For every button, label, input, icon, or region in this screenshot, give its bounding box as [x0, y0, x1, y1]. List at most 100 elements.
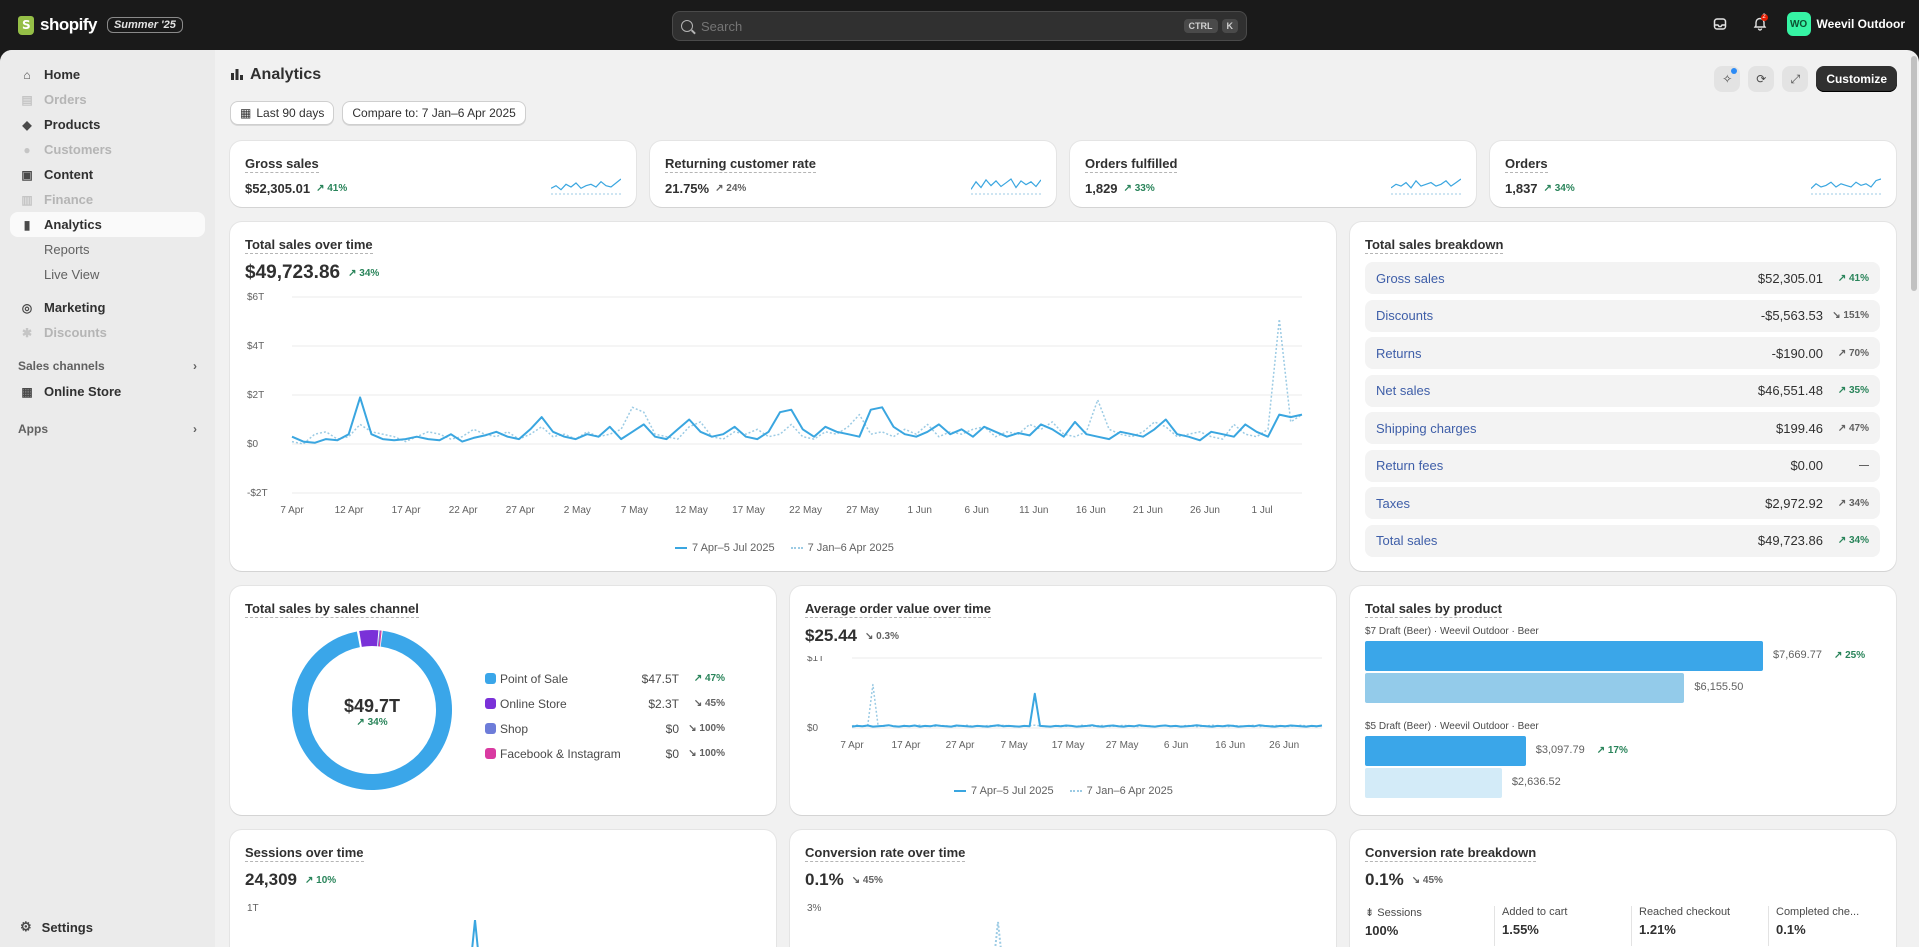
- channel-legend-item[interactable]: Point of Sale $47.5T ↗ 47%: [485, 666, 725, 691]
- legend-swatch: [485, 723, 496, 734]
- breakdown-label[interactable]: Taxes: [1376, 496, 1765, 511]
- x-tick-label: 16 Jun: [1215, 740, 1245, 751]
- channel-legend-item[interactable]: Online Store $2.3T ↘ 45%: [485, 691, 725, 716]
- kpi-card-returning-rate[interactable]: Returning customer rate 21.75% ↗ 24%: [650, 141, 1056, 207]
- breakdown-row[interactable]: Shipping charges $199.46 ↗ 47%: [1365, 412, 1880, 444]
- sidebar-item-discounts[interactable]: ✱ Discounts: [10, 320, 205, 345]
- top-bar: shopify Summer '25 CTRL K 2 WO Weevil Ou…: [0, 0, 1919, 50]
- funnel-step[interactable]: Added to cart 1.55%: [1502, 906, 1567, 946]
- sidebar-item-orders[interactable]: ▤ Orders: [10, 87, 205, 112]
- aov-over-time-card: Average order value over time $25.44 ↘ 0.…: [790, 586, 1336, 815]
- breakdown-row[interactable]: Returns -$190.00 ↗ 70%: [1365, 337, 1880, 369]
- sidebar-item-online-store[interactable]: ▦ Online Store: [10, 379, 205, 404]
- breakdown-label[interactable]: Shipping charges: [1376, 421, 1776, 436]
- breakdown-row[interactable]: Gross sales $52,305.01 ↗ 41%: [1365, 262, 1880, 294]
- date-range-filter[interactable]: ▦ Last 90 days: [230, 101, 335, 125]
- product-bar-current[interactable]: [1365, 641, 1763, 671]
- channel-value: $0: [665, 746, 679, 761]
- sidebar-subitem-live-view[interactable]: Live View: [10, 262, 205, 287]
- store-menu[interactable]: WO Weevil Outdoor: [1786, 12, 1905, 36]
- total-sales-over-time-card: Total sales over time $49,723.86 ↗ 34% $6…: [230, 222, 1336, 571]
- card-title: Conversion rate breakdown: [1365, 845, 1537, 862]
- breakdown-row[interactable]: Return fees $0.00 —: [1365, 449, 1880, 482]
- legend-current[interactable]: 7 Apr–5 Jul 2025: [675, 542, 775, 554]
- funnel-step[interactable]: Completed che... 0.1%: [1776, 906, 1859, 946]
- sidebar-item-finance[interactable]: ▥ Finance: [10, 187, 205, 212]
- brand-name: shopify: [40, 15, 97, 34]
- legend-previous[interactable]: 7 Jan–6 Apr 2025: [1069, 785, 1173, 797]
- scrollbar-thumb[interactable]: [1911, 56, 1917, 291]
- aov-line-chart[interactable]: $1T $0 7 Apr 17 Apr 27 Apr 7 May 17 May 27 May 6…: [790, 656, 1336, 776]
- series-line-previous[interactable]: [291, 318, 1303, 445]
- delta: ↘ 45%: [1411, 874, 1443, 886]
- breakdown-label[interactable]: Net sales: [1376, 383, 1758, 398]
- fullscreen-button[interactable]: ⤢: [1782, 66, 1809, 92]
- sidebar-item-home[interactable]: ⌂ Home: [10, 62, 205, 87]
- y-tick-label: $0: [807, 723, 819, 734]
- funnel-step[interactable]: ⇟ Sessions 100%: [1365, 906, 1422, 946]
- kpi-card-orders-fulfilled[interactable]: Orders fulfilled 1,829 ↗ 33%: [1070, 141, 1476, 207]
- funnel-step-label: Sessions: [1377, 907, 1422, 919]
- breakdown-delta: ↗ 35%: [1837, 385, 1869, 396]
- search-input[interactable]: [701, 18, 1180, 34]
- orders-icon: ▤: [21, 92, 33, 107]
- bell-icon[interactable]: 2: [1747, 11, 1773, 37]
- conversion-chart-peek[interactable]: [790, 920, 1336, 947]
- sidebar-item-analytics[interactable]: ▮ Analytics: [10, 212, 205, 237]
- channel-legend-item[interactable]: Facebook & Instagram $0 ↘ 100%: [485, 741, 725, 766]
- donut-center-delta: ↗ 34%: [356, 717, 388, 728]
- channel-legend-item[interactable]: Shop $0 ↘ 100%: [485, 716, 725, 741]
- breakdown-label[interactable]: Gross sales: [1376, 271, 1758, 286]
- breakdown-label[interactable]: Total sales: [1376, 533, 1758, 548]
- ai-insights-button[interactable]: ✧: [1714, 66, 1741, 92]
- funnel-step[interactable]: Reached checkout 1.21%: [1639, 906, 1730, 946]
- sidebar-item-products[interactable]: ◆ Products: [10, 112, 205, 137]
- breakdown-label[interactable]: Returns: [1376, 346, 1772, 361]
- compare-filter[interactable]: Compare to: 7 Jan–6 Apr 2025: [342, 101, 526, 125]
- person-icon: ●: [23, 142, 31, 157]
- shopify-logo[interactable]: shopify Summer '25: [18, 15, 183, 35]
- sales-channels-section[interactable]: Sales channels ›: [10, 353, 205, 379]
- inbox-icon[interactable]: [1707, 11, 1733, 37]
- x-tick-label: 16 Jun: [1076, 505, 1106, 516]
- channel-value: $2.3T: [648, 696, 679, 711]
- sidebar-subitem-reports[interactable]: Reports: [10, 237, 205, 262]
- kpi-card-orders[interactable]: Orders 1,837 ↗ 34%: [1490, 141, 1896, 207]
- legend-current[interactable]: 7 Apr–5 Jul 2025: [954, 785, 1054, 797]
- product-bar-previous[interactable]: [1365, 673, 1685, 703]
- product-bar-previous[interactable]: [1365, 768, 1502, 798]
- x-tick-label: 7 May: [1000, 740, 1027, 751]
- refresh-button[interactable]: ⟳: [1748, 66, 1775, 92]
- apps-label: Apps: [18, 422, 48, 436]
- sidebar-item-content[interactable]: ▣ Content: [10, 162, 205, 187]
- breakdown-row[interactable]: Discounts -$5,563.53 ↘ 151%: [1365, 299, 1880, 332]
- app-frame: ⌂ Home ▤ Orders ◆ Products ● Customers ▣ Cont…: [0, 50, 1919, 947]
- sessions-chart-peek[interactable]: [230, 920, 776, 947]
- series-line-previous[interactable]: [851, 683, 1323, 728]
- card-title: Total sales over time: [245, 237, 373, 254]
- new-indicator: [1731, 68, 1738, 74]
- total-sales-line-chart[interactable]: $6T $4T $2T $0 -$2T 7 Apr 12 Apr 17 Apr 22 Apr 27…: [230, 292, 1336, 532]
- apps-section[interactable]: Apps ›: [10, 416, 205, 442]
- sidebar-item-settings[interactable]: ⚙ Settings: [20, 919, 93, 935]
- product-bar-current[interactable]: [1365, 736, 1526, 766]
- breakdown-row[interactable]: Net sales $46,551.48 ↗ 35%: [1365, 374, 1880, 407]
- breakdown-label[interactable]: Return fees: [1376, 458, 1790, 473]
- sidebar-item-label: Orders: [44, 92, 87, 107]
- breakdown-row[interactable]: Total sales $49,723.86 ↗ 34%: [1365, 524, 1880, 557]
- y-tick-label: -$2T: [247, 488, 268, 499]
- legend-previous[interactable]: 7 Jan–6 Apr 2025: [790, 542, 894, 554]
- channel-delta: ↘ 45%: [693, 698, 725, 709]
- series-line-current[interactable]: [851, 692, 1323, 728]
- kpi-card-gross-sales[interactable]: Gross sales $52,305.01 ↗ 41%: [230, 141, 636, 207]
- edition-badge[interactable]: Summer '25: [106, 17, 183, 33]
- breakdown-label[interactable]: Discounts: [1376, 308, 1761, 323]
- sidebar-item-marketing[interactable]: ◎ Marketing: [10, 295, 205, 320]
- x-tick-label: 11 Jun: [1019, 505, 1048, 516]
- search-bar[interactable]: CTRL K: [672, 11, 1247, 41]
- sidebar-item-customers[interactable]: ● Customers: [10, 137, 205, 162]
- analytics-icon: [230, 67, 244, 84]
- donut-slice[interactable]: [359, 630, 379, 647]
- customize-button[interactable]: Customize: [1816, 66, 1897, 92]
- breakdown-row[interactable]: Taxes $2,972.92 ↗ 34%: [1365, 487, 1880, 519]
